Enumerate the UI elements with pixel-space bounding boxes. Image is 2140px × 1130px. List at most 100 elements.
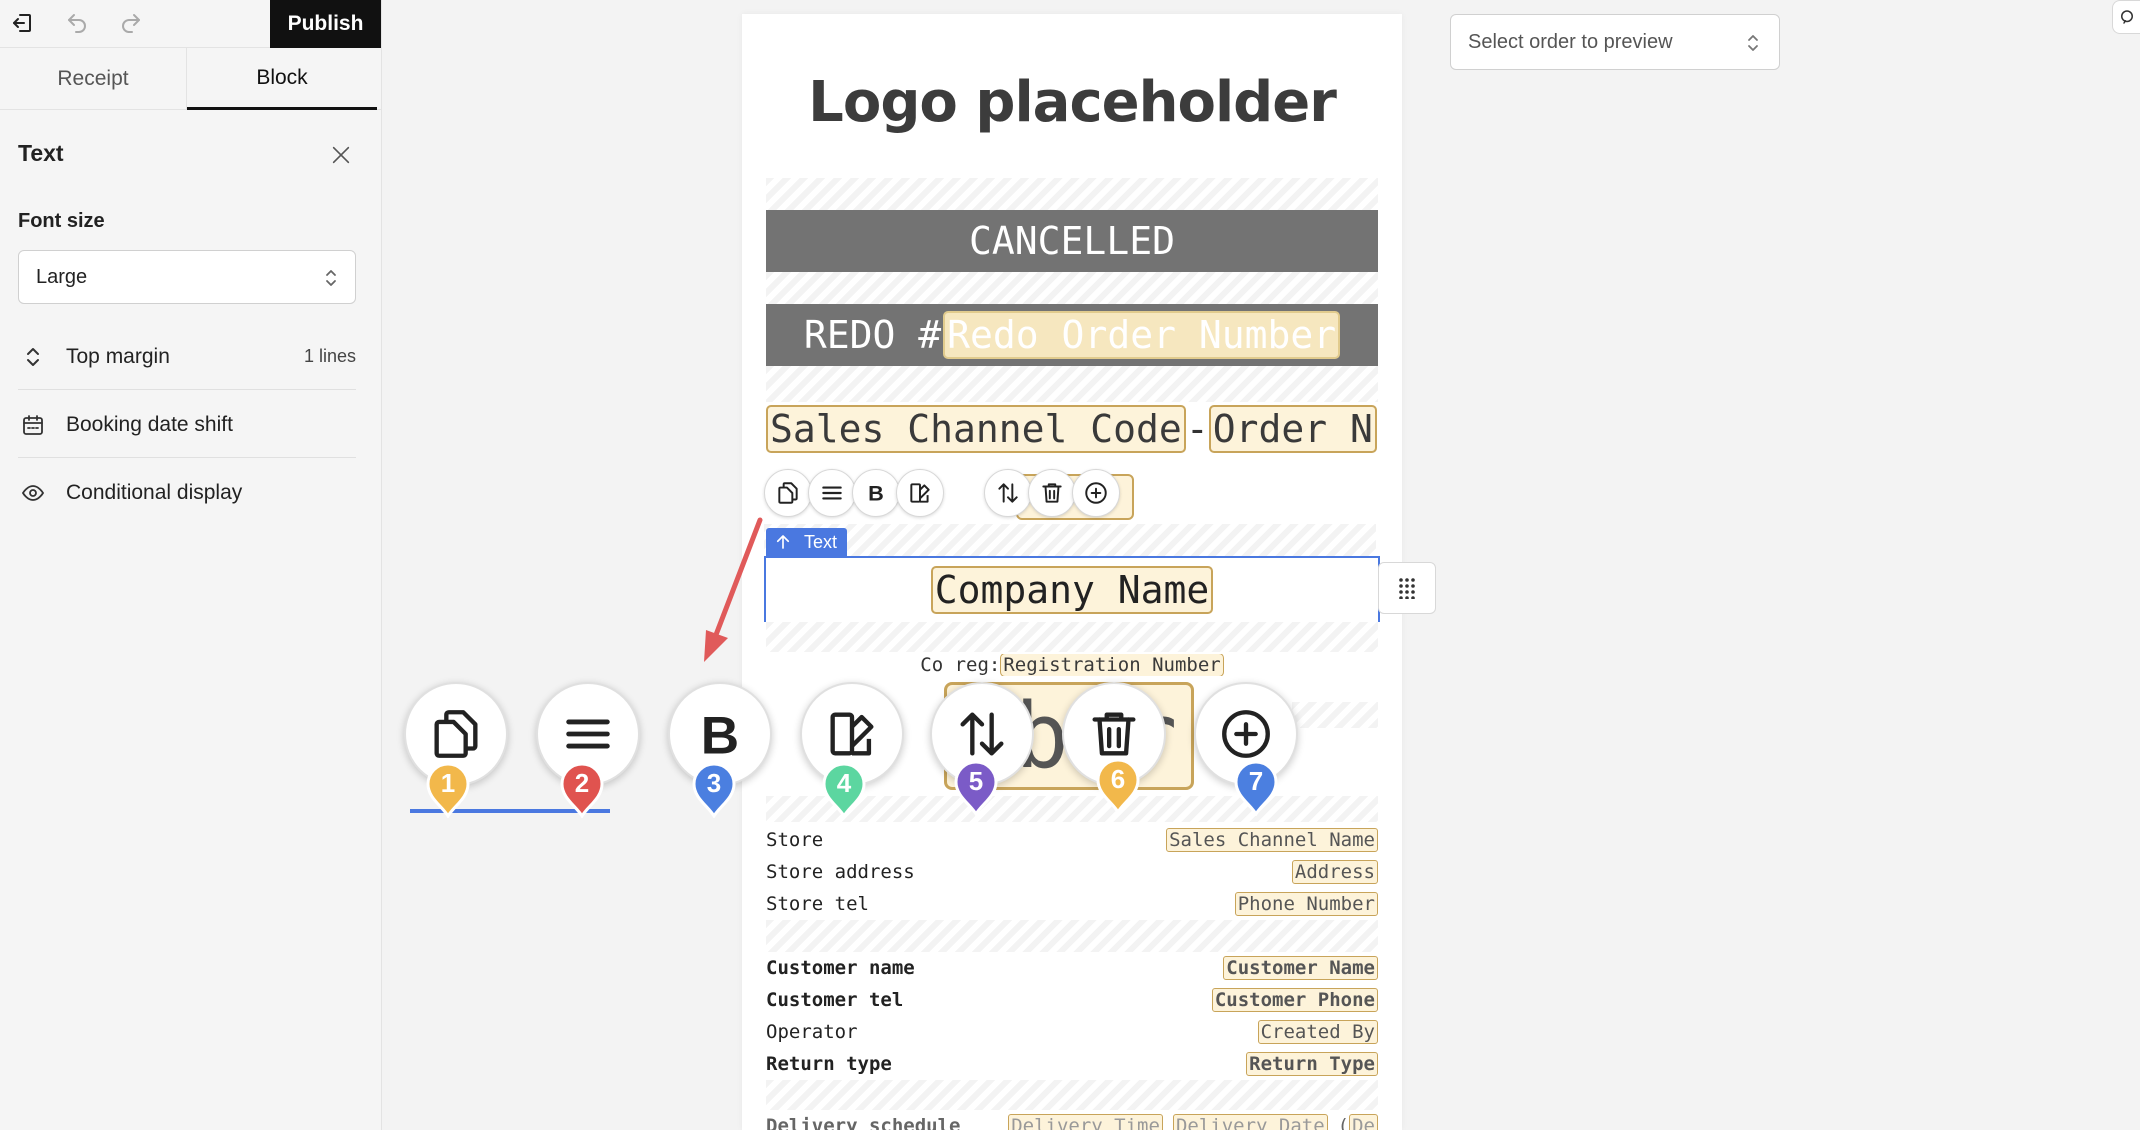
chevron-updown-icon <box>326 270 336 286</box>
swap-button[interactable] <box>984 469 1032 517</box>
pin-style: 4 <box>820 760 868 819</box>
pin-align: 2 <box>558 760 606 819</box>
swap-vertical-icon <box>998 483 1018 503</box>
selected-block-tag[interactable]: Text <box>766 528 848 556</box>
spacer-hatch <box>766 1080 1378 1110</box>
pin-add: 7 <box>1232 758 1280 817</box>
font-size-label: Font size <box>18 210 105 232</box>
style-button[interactable] <box>896 469 944 517</box>
store-tel-key: Store tel <box>766 893 869 915</box>
delivery-time-token[interactable]: Delivery Time <box>1008 1114 1163 1130</box>
redo-order-number-token[interactable]: Redo Order Number <box>943 311 1341 359</box>
delivery-date-token[interactable]: Delivery Date <box>1172 1114 1328 1130</box>
logo-placeholder[interactable]: Logo placeholder <box>742 70 1402 135</box>
tab-receipt[interactable]: Receipt <box>0 48 187 110</box>
pin-delete: 6 <box>1094 756 1142 815</box>
style-icon <box>910 483 930 503</box>
add-button[interactable] <box>1072 469 1120 517</box>
redo-banner[interactable]: REDO # Redo Order Number <box>766 304 1378 366</box>
left-panel: Publish Receipt Block Text Font size Lar… <box>0 0 382 1130</box>
help-chat-icon[interactable] <box>2112 0 2140 34</box>
style-icon <box>830 712 874 756</box>
zoomed-toolbar-overlay: mb r B <box>390 672 1375 814</box>
eye-icon <box>18 478 48 508</box>
bold-button[interactable]: B <box>852 469 900 517</box>
store-address-row[interactable]: Store address Address <box>766 858 1378 886</box>
company-name-token[interactable]: Company Name <box>930 566 1214 614</box>
customer-name-row[interactable]: Customer name Customer Name <box>766 954 1378 982</box>
store-tel-row[interactable]: Store tel Phone Number <box>766 890 1378 918</box>
order-number-token[interactable]: Order N <box>1208 405 1377 453</box>
sales-dash: - <box>1185 407 1209 451</box>
font-size-value: Large <box>36 265 88 288</box>
delivery-schedule-row[interactable]: Delivery schedule Delivery Time Delivery… <box>766 1112 1378 1130</box>
delivery-partial-token[interactable]: De <box>1349 1114 1378 1130</box>
copy-button[interactable] <box>764 469 812 517</box>
pin-swap: 5 <box>952 758 1000 817</box>
customer-tel-key: Customer tel <box>766 989 904 1011</box>
conditional-display-row[interactable]: Conditional display <box>18 460 356 526</box>
operator-row[interactable]: Operator Created By <box>766 1018 1378 1046</box>
svg-text:B: B <box>868 481 884 506</box>
align-button[interactable] <box>808 469 856 517</box>
pin-number: 4 <box>836 768 852 798</box>
receipt-canvas: Logo placeholder CANCELLED REDO # Redo O… <box>742 14 1402 1130</box>
publish-button[interactable]: Publish <box>270 0 381 48</box>
sales-channel-line[interactable]: Sales Channel Code - Order N <box>766 404 1386 454</box>
order-preview-select[interactable]: Select order to preview <box>1450 14 1780 70</box>
tab-block[interactable]: Block <box>187 48 377 110</box>
customer-phone-token[interactable]: Customer Phone <box>1211 988 1378 1012</box>
pin-number: 1 <box>440 768 456 798</box>
bold-icon: B <box>701 706 739 763</box>
spacer-hatch <box>766 920 1378 952</box>
address-token[interactable]: Address <box>1291 860 1378 884</box>
exit-icon[interactable] <box>8 8 38 38</box>
booking-date-shift-label: Booking date shift <box>66 412 233 436</box>
top-toolbar: Publish <box>0 0 382 48</box>
created-by-token[interactable]: Created By <box>1257 1020 1378 1044</box>
status-banner[interactable]: CANCELLED <box>766 210 1378 272</box>
bold-icon: B <box>868 481 884 506</box>
pin-number: 3 <box>706 768 722 798</box>
store-row[interactable]: Store Sales Channel Name <box>766 826 1378 854</box>
order-preview-placeholder: Select order to preview <box>1468 30 1673 53</box>
sales-channel-name-token[interactable]: Sales Channel Name <box>1166 828 1378 852</box>
booking-date-shift-row[interactable]: Booking date shift <box>18 392 356 458</box>
customer-name-token[interactable]: Customer Name <box>1223 956 1378 980</box>
copy-icon <box>434 710 478 758</box>
block-toolbar: B <box>764 469 1184 519</box>
trash-icon <box>1042 483 1062 503</box>
redo-icon[interactable] <box>116 8 146 38</box>
pin-number: 7 <box>1248 766 1264 796</box>
spacer-hatch <box>766 178 1378 210</box>
panel-title: Text <box>18 140 64 166</box>
grip-dots-icon <box>1399 578 1415 599</box>
spacer-hatch <box>764 524 1376 556</box>
panel-tabs: Receipt Block <box>0 48 382 110</box>
delivery-schedule-key: Delivery schedule <box>766 1115 961 1130</box>
spacer-hatch <box>766 272 1378 304</box>
sales-channel-code-token[interactable]: Sales Channel Code <box>766 405 1186 453</box>
conditional-display-label: Conditional display <box>66 481 243 504</box>
close-icon[interactable] <box>326 140 356 170</box>
copy-icon <box>778 482 798 504</box>
selected-block-tag-label: Text <box>804 531 838 552</box>
customer-tel-row[interactable]: Customer tel Customer Phone <box>766 986 1378 1014</box>
phone-number-token[interactable]: Phone Number <box>1234 892 1378 916</box>
undo-icon[interactable] <box>62 8 92 38</box>
operator-key: Operator <box>766 1021 858 1043</box>
font-size-select[interactable]: Large <box>18 250 356 304</box>
expand-vertical-icon <box>18 342 48 372</box>
return-type-token[interactable]: Return Type <box>1246 1052 1378 1076</box>
delete-button[interactable] <box>1028 469 1076 517</box>
top-margin-label: Top margin <box>66 344 170 368</box>
annotation-arrow <box>704 517 763 662</box>
selected-text-block[interactable]: Company Name <box>764 556 1380 622</box>
drag-handle[interactable] <box>1378 562 1436 614</box>
top-margin-row[interactable]: Top margin 1 lines <box>18 324 356 390</box>
store-row-key: Store <box>766 829 824 851</box>
align-icon <box>822 486 842 500</box>
return-type-row[interactable]: Return type Return Type <box>766 1050 1378 1078</box>
plus-circle-icon <box>1222 710 1270 758</box>
trash-icon <box>1092 712 1136 756</box>
